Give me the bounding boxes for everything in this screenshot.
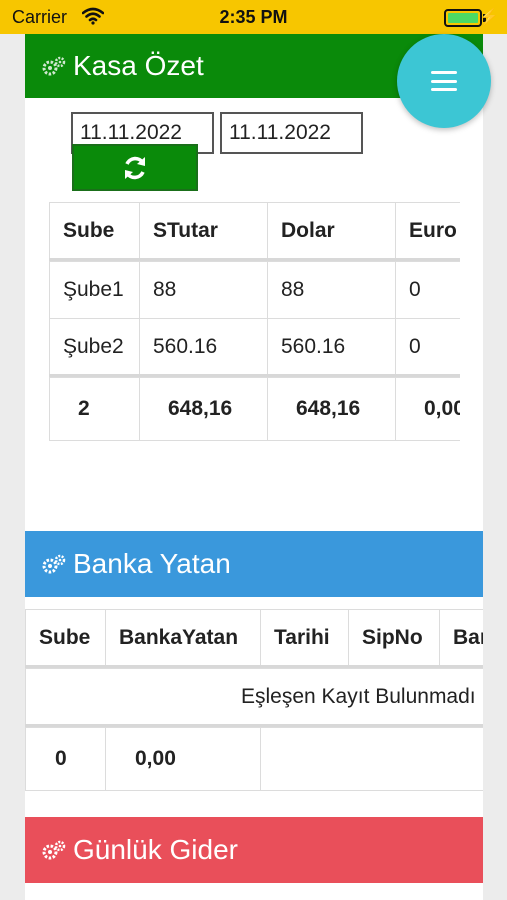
battery-icon — [444, 9, 482, 27]
gears-icon — [42, 554, 66, 574]
table-cell: 560.16 — [139, 318, 268, 376]
gears-icon — [42, 840, 66, 860]
table-cell: 0 — [395, 318, 460, 376]
kasa-header-stutar: STutar — [139, 202, 268, 260]
end-date-input[interactable] — [220, 112, 363, 154]
hamburger-menu-icon — [431, 71, 457, 91]
kasa-total-euro: 0,00 — [395, 377, 460, 441]
table-cell: 560.16 — [267, 318, 396, 376]
table-cell: Şube1 — [49, 261, 140, 319]
kasa-total-stutar: 648,16 — [139, 377, 268, 441]
kasa-header-dolar: Dolar — [267, 202, 396, 260]
banka-empty-message: Eşleşen Kayıt Bulunmadı — [25, 668, 483, 726]
banka-yatan-header: Banka Yatan — [25, 531, 483, 597]
kasa-table: Sube STutar Dolar Euro Şube1 88 88 0 Şub… — [49, 202, 460, 442]
refresh-icon — [125, 156, 145, 179]
gunluk-gider-title: Günlük Gider — [73, 834, 238, 865]
banka-table: Sube BankaYatan Tarihi SipNo Banka Eşleş… — [25, 609, 483, 792]
banka-header-bankayatan: BankaYatan — [105, 609, 261, 667]
banka-yatan-title: Banka Yatan — [73, 548, 231, 579]
menu-button[interactable] — [397, 34, 491, 128]
kasa-ozet-title: Kasa Özet — [73, 50, 204, 81]
table-cell: 88 — [267, 261, 396, 319]
banka-header-tarihi: Tarihi — [260, 609, 349, 667]
banka-header-sube: Sube — [25, 609, 106, 667]
status-bar: Carrier 2:35 PM ⚡ — [0, 0, 507, 34]
kasa-total-count: 2 — [49, 377, 140, 441]
kasa-header-euro: Euro — [395, 202, 460, 260]
gunluk-gider-header: Günlük Gider — [25, 817, 483, 883]
clock: 2:35 PM — [219, 7, 288, 27]
gears-icon — [42, 56, 66, 76]
charging-bolt-icon: ⚡ — [479, 9, 499, 26]
table-cell: 88 — [139, 261, 268, 319]
banka-header-sipno: SipNo — [348, 609, 440, 667]
banka-total-amount: 0,00 — [105, 727, 261, 791]
kasa-total-dolar: 648,16 — [267, 377, 396, 441]
table-cell: Şube2 — [49, 318, 140, 376]
banka-header-banka: Banka — [439, 609, 483, 667]
page-content: Kasa Özet Sube STutar Dolar Euro Şube1 8… — [25, 34, 483, 900]
table-cell: 0 — [395, 261, 460, 319]
banka-total-empty — [260, 727, 483, 791]
banka-total-count: 0 — [25, 727, 106, 791]
kasa-header-sube: Sube — [49, 202, 140, 260]
refresh-button[interactable] — [72, 144, 198, 191]
